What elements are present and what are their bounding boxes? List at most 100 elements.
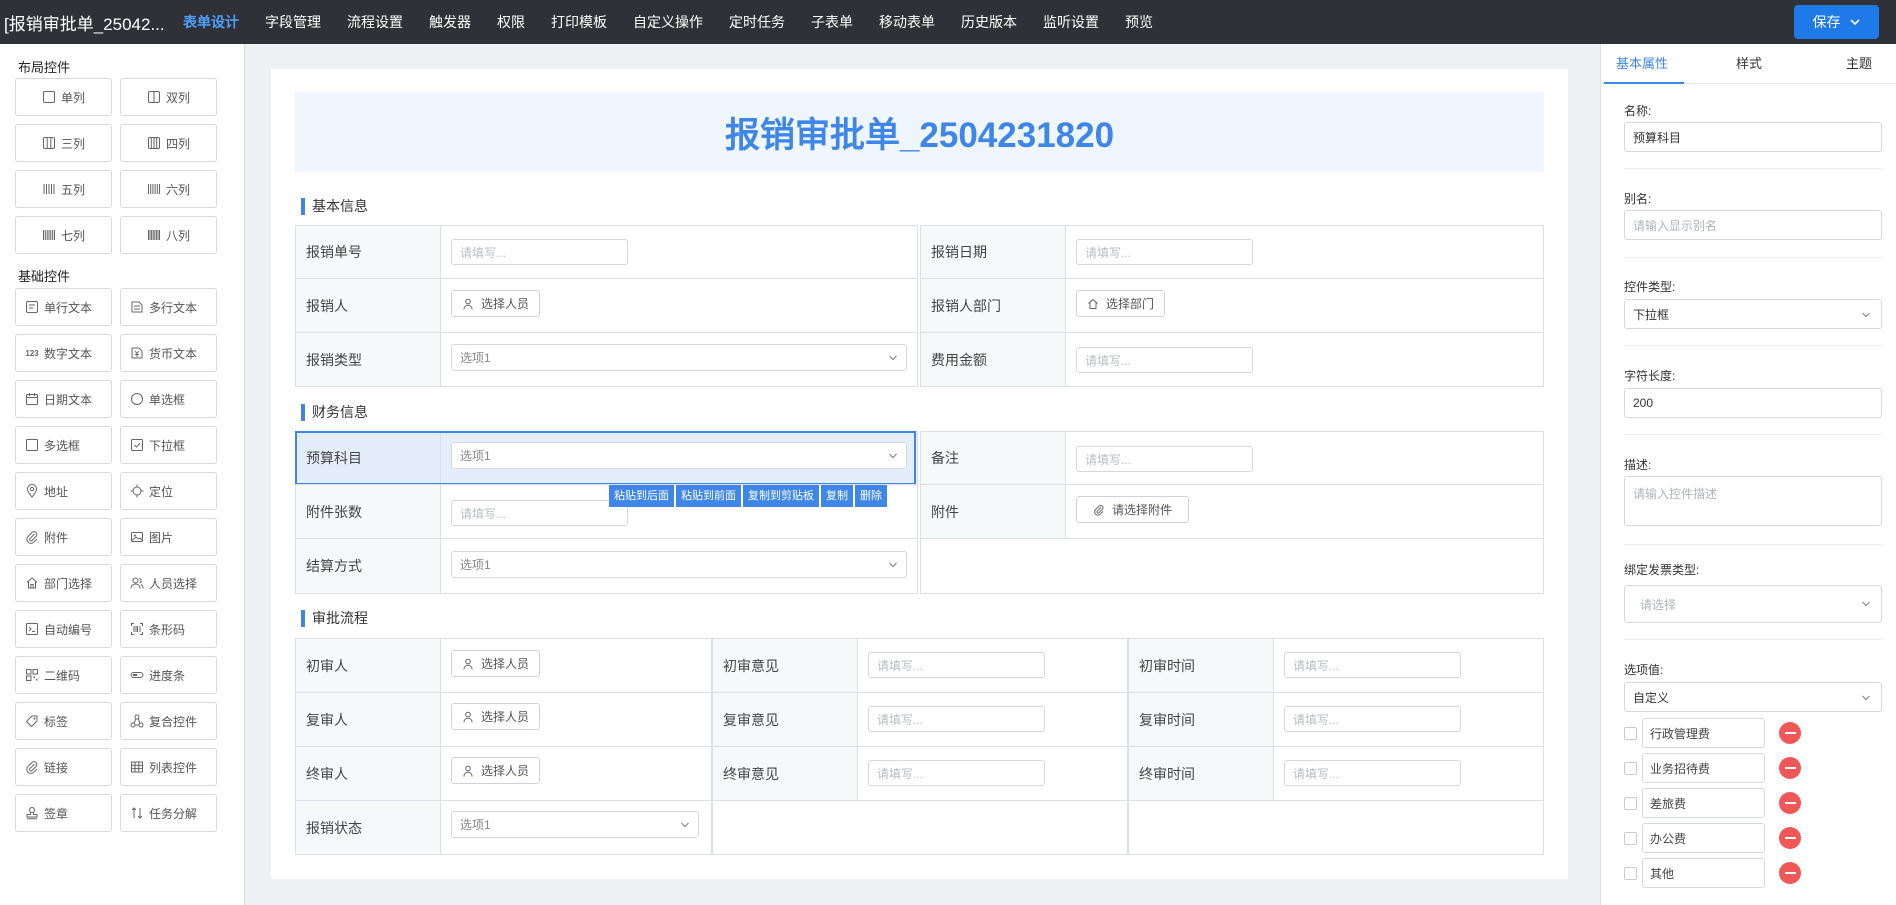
control-multi-line-text[interactable]: 多行文本: [120, 288, 217, 326]
control-radio[interactable]: 单选框: [120, 380, 217, 418]
alias-input[interactable]: 请输入显示别名: [1624, 210, 1882, 240]
final-approver-select-person-button[interactable]: 选择人员: [451, 757, 541, 784]
first-time-input[interactable]: 请填写...: [1284, 652, 1461, 678]
nav-subform[interactable]: 子表单: [798, 0, 866, 44]
tab-theme[interactable]: 主题: [1846, 44, 1872, 84]
final-time-input[interactable]: 请填写...: [1284, 760, 1461, 786]
option-input[interactable]: 业务招待费: [1642, 753, 1765, 783]
option-checkbox[interactable]: [1624, 796, 1637, 810]
control-single-line-text[interactable]: 单行文本: [15, 288, 112, 326]
paste-after-button[interactable]: 粘贴到后面: [609, 485, 674, 507]
option-input[interactable]: 办公费: [1642, 823, 1765, 853]
tab-basic-properties[interactable]: 基本属性: [1616, 44, 1668, 84]
control-progress-bar[interactable]: 进度条: [120, 656, 217, 694]
control-three-column[interactable]: 三列: [15, 124, 112, 162]
control-dropdown[interactable]: 下拉框: [120, 426, 217, 464]
control-checkbox[interactable]: 多选框: [15, 426, 112, 464]
control-currency-text[interactable]: 货币文本: [120, 334, 217, 372]
expense-status-select[interactable]: 选项1: [451, 811, 699, 838]
first-opinion-input[interactable]: 请填写...: [868, 652, 1045, 678]
remove-option-button[interactable]: [1779, 722, 1801, 744]
nav-permissions[interactable]: 权限: [484, 0, 538, 44]
expense-date-input[interactable]: 请填写...: [1076, 239, 1253, 265]
control-type-select[interactable]: 下拉框: [1624, 299, 1882, 329]
control-eight-column[interactable]: 八列: [120, 216, 217, 254]
control-six-column[interactable]: 六列: [120, 170, 217, 208]
final-opinion-input[interactable]: 请填写...: [868, 760, 1045, 786]
remove-option-button[interactable]: [1779, 862, 1801, 884]
control-attachment[interactable]: 附件: [15, 518, 112, 556]
remove-option-button[interactable]: [1779, 827, 1801, 849]
control-date-text[interactable]: 日期文本: [15, 380, 112, 418]
nav-field-management[interactable]: 字段管理: [252, 0, 334, 44]
form-title-box[interactable]: 报销审批单_2504231820: [295, 92, 1544, 172]
nav-custom-actions[interactable]: 自定义操作: [620, 0, 716, 44]
control-locate[interactable]: 定位: [120, 472, 217, 510]
second-approver-select-person-button[interactable]: 选择人员: [451, 703, 541, 730]
control-five-column[interactable]: 五列: [15, 170, 112, 208]
attachment-count-input[interactable]: 请填写...: [451, 500, 628, 526]
nav-listener-settings[interactable]: 监听设置: [1030, 0, 1112, 44]
control-four-column[interactable]: 四列: [120, 124, 217, 162]
option-checkbox[interactable]: [1624, 726, 1637, 740]
control-auto-number[interactable]: 自动编号: [15, 610, 112, 648]
control-address[interactable]: 地址: [15, 472, 112, 510]
nav-form-design[interactable]: 表单设计: [170, 0, 252, 44]
invoice-type-select[interactable]: 请选择: [1624, 585, 1882, 623]
control-composite[interactable]: 复合控件: [120, 702, 217, 740]
copy-to-clipboard-button[interactable]: 复制到剪贴板: [743, 485, 819, 507]
copy-button[interactable]: 复制: [821, 485, 853, 507]
control-person-select[interactable]: 人员选择: [120, 564, 217, 602]
control-qrcode[interactable]: 二维码: [15, 656, 112, 694]
second-opinion-input[interactable]: 请填写...: [868, 706, 1045, 732]
control-barcode[interactable]: 条形码: [120, 610, 217, 648]
nav-triggers[interactable]: 触发器: [416, 0, 484, 44]
control-two-column[interactable]: 双列: [120, 78, 217, 116]
control-link[interactable]: 链接: [15, 748, 112, 786]
remove-option-button[interactable]: [1779, 792, 1801, 814]
options-mode-select[interactable]: 自定义: [1624, 682, 1882, 712]
select-attachment-button[interactable]: 请选择附件: [1076, 496, 1190, 523]
expense-no-input[interactable]: 请填写...: [451, 239, 628, 265]
tab-style[interactable]: 样式: [1736, 44, 1762, 84]
nav-preview[interactable]: 预览: [1112, 0, 1166, 44]
option-input[interactable]: 其他: [1642, 858, 1765, 888]
remark-input[interactable]: 请填写...: [1076, 446, 1253, 472]
remove-option-button[interactable]: [1779, 757, 1801, 779]
nav-print-template[interactable]: 打印模板: [538, 0, 620, 44]
select-person-label: 选择人员: [481, 764, 530, 778]
expense-type-select[interactable]: 选项1: [451, 344, 907, 371]
option-checkbox[interactable]: [1624, 866, 1637, 880]
second-time-input[interactable]: 请填写...: [1284, 706, 1461, 732]
nav-scheduled-tasks[interactable]: 定时任务: [716, 0, 798, 44]
control-list[interactable]: 列表控件: [120, 748, 217, 786]
nav-history[interactable]: 历史版本: [948, 0, 1030, 44]
save-button[interactable]: 保存: [1794, 5, 1879, 39]
control-image[interactable]: 图片: [120, 518, 217, 556]
control-number-text[interactable]: 123 数字文本: [15, 334, 112, 372]
option-input[interactable]: 行政管理费: [1642, 718, 1765, 748]
option-checkbox[interactable]: [1624, 831, 1637, 845]
budget-subject-select[interactable]: 选项1: [451, 442, 907, 469]
first-approver-select-person-button[interactable]: 选择人员: [451, 650, 541, 677]
settlement-select[interactable]: 选项1: [451, 551, 907, 578]
amount-input[interactable]: 请填写...: [1076, 347, 1253, 373]
paste-before-button[interactable]: 粘贴到前面: [676, 485, 741, 507]
control-tag[interactable]: 标签: [15, 702, 112, 740]
option-input[interactable]: 差旅费: [1642, 788, 1765, 818]
control-task-split[interactable]: 任务分解: [120, 794, 217, 832]
name-input[interactable]: 预算科目: [1624, 122, 1882, 152]
description-textarea[interactable]: 请输入控件描述: [1624, 476, 1882, 526]
char-length-input[interactable]: 200: [1624, 388, 1882, 418]
delete-button[interactable]: 删除: [855, 485, 887, 507]
control-department-select[interactable]: 部门选择: [15, 564, 112, 602]
claimant-select-person-button[interactable]: 选择人员: [451, 290, 541, 317]
control-stamp[interactable]: 签章: [15, 794, 112, 832]
control-single-column[interactable]: 单列: [15, 78, 112, 116]
claimant-select-dept-button[interactable]: 选择部门: [1076, 290, 1166, 317]
control-seven-column[interactable]: 七列: [15, 216, 112, 254]
nav-mobile-form[interactable]: 移动表单: [866, 0, 948, 44]
option-checkbox[interactable]: [1624, 761, 1637, 775]
nav-process-settings[interactable]: 流程设置: [334, 0, 416, 44]
control-label: 任务分解: [149, 806, 198, 821]
